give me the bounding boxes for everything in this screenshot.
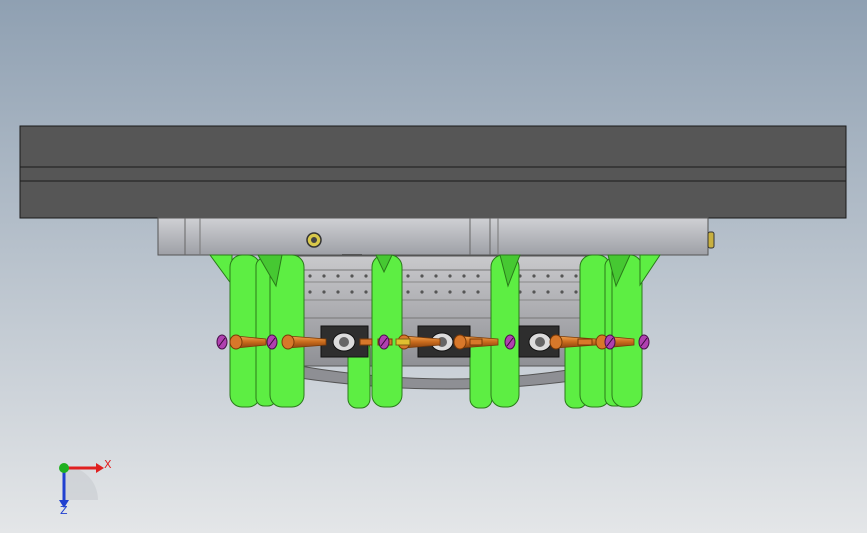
body-hole — [420, 290, 424, 294]
bolt-head-icon — [638, 334, 650, 350]
body-hole — [350, 290, 354, 294]
body-hole — [560, 274, 564, 278]
bolt-head-icon — [266, 334, 278, 350]
body-hole — [336, 274, 340, 278]
body-hole — [448, 274, 452, 278]
cad-scene[interactable]: X Z — [0, 0, 867, 533]
body-hole — [546, 274, 550, 278]
pin-shaft — [359, 338, 373, 346]
body-hole — [532, 274, 536, 278]
body-hole — [420, 274, 424, 278]
bolt-head-icon — [504, 334, 516, 350]
body-hole — [364, 274, 368, 278]
top-plate[interactable] — [19, 125, 847, 219]
z-axis-label: Z — [60, 504, 68, 517]
cad-graphics-viewport[interactable]: X Z — [0, 0, 867, 533]
x-axis-label: X — [104, 458, 112, 471]
fitting-icon — [306, 232, 322, 248]
body-hole — [546, 290, 550, 294]
body-hole — [476, 274, 480, 278]
body-hole — [308, 274, 312, 278]
body-hole — [308, 290, 312, 294]
body-hole — [364, 290, 368, 294]
body-hole — [560, 290, 564, 294]
body-hole — [322, 274, 326, 278]
body-hole — [434, 274, 438, 278]
body-hole — [462, 274, 466, 278]
bolt-head-icon — [378, 334, 390, 350]
bolt-head-icon — [604, 334, 616, 350]
body-hole — [322, 290, 326, 294]
side-fitting-icon — [707, 231, 715, 249]
body-hole — [406, 274, 410, 278]
body-hole — [434, 290, 438, 294]
bolt-head-icon — [216, 334, 228, 350]
body-hole — [448, 290, 452, 294]
body-hole — [336, 290, 340, 294]
body-hole — [574, 290, 578, 294]
body-hole — [406, 290, 410, 294]
pin-collar — [395, 338, 411, 346]
body-hole — [476, 290, 480, 294]
body-hole — [532, 290, 536, 294]
pin-shaft — [577, 338, 593, 346]
pin-shaft — [469, 338, 483, 346]
body-hole — [350, 274, 354, 278]
body-hole — [574, 274, 578, 278]
body-hole — [462, 290, 466, 294]
